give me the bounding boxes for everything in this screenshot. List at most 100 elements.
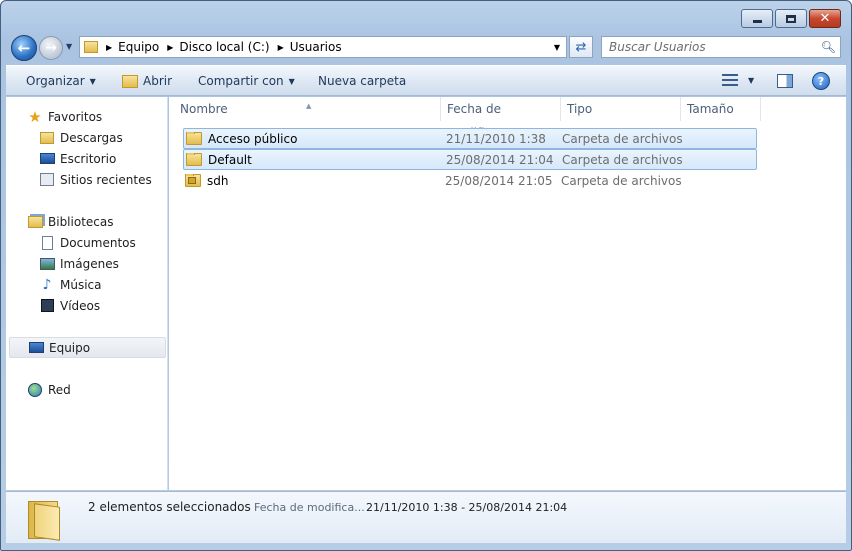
column-header: Nombre ▲ Fecha de modifica... Tipo Tamañ… — [169, 97, 846, 140]
nav-descargas[interactable]: Descargas — [6, 127, 166, 148]
nav-label: Red — [48, 382, 71, 397]
arrow-right-icon: → — [45, 40, 57, 56]
minimize-icon — [752, 20, 762, 23]
column-size[interactable]: Tamaño — [681, 97, 761, 121]
file-name: Acceso público — [208, 131, 298, 146]
details-date-value: 21/11/2010 1:38 - 25/08/2014 21:04 — [366, 501, 568, 514]
chevron-down-icon: ▼ — [748, 75, 755, 85]
window-controls: ✕ — [741, 9, 841, 28]
folder-icon — [84, 41, 98, 53]
network-icon — [27, 382, 43, 398]
chevron-down-icon: ▼ — [66, 42, 73, 51]
close-button[interactable]: ✕ — [809, 9, 841, 28]
forward-button[interactable]: → — [39, 36, 63, 60]
view-list-icon — [722, 72, 738, 88]
file-list: Nombre ▲ Fecha de modifica... Tipo Tamañ… — [169, 97, 846, 490]
close-icon: ✕ — [819, 11, 831, 26]
breadcrumb-separator-icon[interactable]: ▶ — [167, 43, 173, 52]
organize-label: Organizar — [26, 74, 85, 88]
nav-red[interactable]: Red — [6, 379, 166, 400]
multiple-folders-icon — [28, 497, 62, 541]
nav-label: Equipo — [49, 340, 91, 355]
nav-label: Documentos — [60, 235, 136, 250]
new-folder-button[interactable]: Nueva carpeta — [318, 74, 406, 88]
navigation-bar: ← → ▼ ▶ Equipo ▶ Disco local (C:) ▶ Usua… — [9, 33, 845, 61]
search-box: 🔍︎ — [601, 36, 841, 58]
locked-folder-icon — [185, 173, 201, 187]
preview-pane-button[interactable] — [777, 74, 793, 88]
preview-pane-icon — [777, 74, 793, 88]
navigation-pane: ★ Favoritos Descargas Escritorio Sitios … — [6, 97, 168, 490]
music-icon: ♪ — [42, 276, 52, 293]
help-button[interactable]: ? — [812, 72, 830, 90]
nav-documentos[interactable]: Documentos — [6, 232, 166, 253]
help-icon: ? — [812, 72, 830, 90]
file-type: Carpeta de archivos — [562, 131, 683, 146]
desktop-icon — [39, 151, 55, 167]
open-label: Abrir — [143, 74, 173, 88]
computer-group: Equipo — [6, 337, 166, 358]
search-icon[interactable]: 🔍︎ — [821, 40, 836, 54]
nav-label: Bibliotecas — [48, 214, 114, 229]
file-row[interactable]: sdh 25/08/2014 21:05 Carpeta de archivos — [183, 170, 757, 191]
breadcrumb-equipo[interactable]: Equipo — [118, 40, 159, 54]
chevron-down-icon: ▼ — [89, 76, 96, 86]
breadcrumb-separator-icon[interactable]: ▶ — [106, 43, 112, 52]
breadcrumb-disco-local[interactable]: Disco local (C:) — [179, 40, 269, 54]
library-icon — [27, 214, 43, 230]
sort-ascending-icon: ▲ — [306, 102, 312, 110]
nav-label: Vídeos — [60, 298, 101, 313]
nav-label: Sitios recientes — [60, 172, 152, 187]
refresh-button[interactable]: ⇄ — [569, 36, 593, 58]
share-label: Compartir con — [198, 74, 284, 88]
nav-escritorio[interactable]: Escritorio — [6, 148, 166, 169]
file-row[interactable]: Acceso público 21/11/2010 1:38 Carpeta d… — [183, 128, 757, 149]
computer-icon — [28, 340, 44, 356]
file-row[interactable]: Default 25/08/2014 21:04 Carpeta de arch… — [183, 149, 757, 170]
libraries-group: Bibliotecas Documentos Imágenes ♪ Música… — [6, 211, 166, 316]
file-type: Carpeta de archivos — [562, 152, 683, 167]
column-type[interactable]: Tipo — [561, 97, 681, 121]
organize-button[interactable]: Organizar ▼ — [26, 74, 96, 88]
nav-bibliotecas[interactable]: Bibliotecas — [6, 211, 166, 232]
nav-label: Favoritos — [48, 109, 103, 124]
command-bar: Organizar ▼ Abrir Compartir con ▼ Nueva … — [6, 65, 846, 96]
open-button[interactable]: Abrir — [122, 74, 172, 88]
file-name: Default — [208, 152, 252, 167]
minimize-button[interactable] — [741, 9, 773, 28]
breadcrumb-usuarios[interactable]: Usuarios — [290, 40, 342, 54]
details-pane: 2 elementos seleccionados Fecha de modif… — [6, 491, 846, 543]
star-icon: ★ — [28, 107, 42, 126]
nav-musica[interactable]: ♪ Música — [6, 274, 166, 295]
folder-icon — [186, 152, 202, 166]
file-date: 25/08/2014 21:05 — [445, 173, 553, 188]
address-bar[interactable]: ▶ Equipo ▶ Disco local (C:) ▶ Usuarios ▼ — [79, 36, 567, 58]
nav-videos[interactable]: Vídeos — [6, 295, 166, 316]
column-name[interactable]: Nombre ▲ — [169, 97, 441, 121]
open-folder-icon — [122, 74, 138, 88]
nav-imagenes[interactable]: Imágenes — [6, 253, 166, 274]
documents-icon — [39, 235, 55, 251]
address-dropdown-icon[interactable]: ▼ — [554, 43, 560, 52]
share-button[interactable]: Compartir con ▼ — [198, 74, 295, 88]
file-date: 21/11/2010 1:38 — [446, 131, 546, 146]
back-button[interactable]: ← — [11, 35, 37, 61]
download-folder-icon — [39, 130, 55, 146]
file-type: Carpeta de archivos — [561, 173, 682, 188]
nav-label: Descargas — [60, 130, 123, 145]
nav-sitios-recientes[interactable]: Sitios recientes — [6, 169, 166, 190]
file-date: 25/08/2014 21:04 — [446, 152, 554, 167]
change-view-button[interactable]: ▼ — [722, 72, 754, 88]
explorer-window: ✕ ← → ▼ ▶ Equipo ▶ Disco local (C:) ▶ Us… — [0, 0, 852, 551]
nav-favorites[interactable]: ★ Favoritos — [6, 106, 166, 127]
nav-label: Música — [60, 277, 102, 292]
search-input[interactable] — [609, 40, 809, 54]
column-date[interactable]: Fecha de modifica... — [441, 97, 561, 140]
nav-label: Escritorio — [60, 151, 117, 166]
breadcrumb-separator-icon[interactable]: ▶ — [278, 43, 284, 52]
nav-equipo[interactable]: Equipo — [9, 337, 166, 358]
recent-pages-button[interactable]: ▼ — [66, 42, 72, 51]
selection-count: 2 elementos seleccionados — [88, 500, 251, 514]
maximize-button[interactable] — [775, 9, 807, 28]
nav-label: Imágenes — [60, 256, 119, 271]
